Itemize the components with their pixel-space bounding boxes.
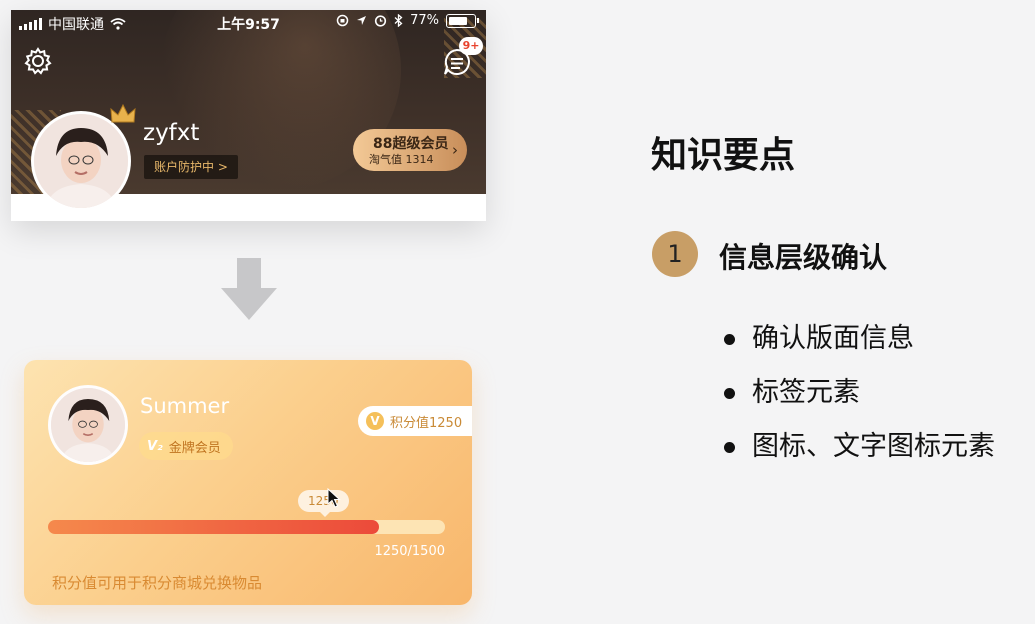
points-badge[interactable]: V 积分值1250	[358, 406, 472, 436]
bullet-item: 标签元素	[720, 374, 995, 428]
username: zyfxt	[143, 120, 200, 146]
avatar[interactable]	[31, 111, 131, 211]
v2-level-icon: V₂	[147, 438, 163, 454]
member-level-label: 金牌会员	[168, 440, 221, 456]
progress-label: 1250/1500	[374, 544, 445, 559]
status-right: 77%	[336, 13, 479, 28]
points-progress-fill	[48, 520, 379, 534]
message-badge: 9+	[459, 37, 483, 55]
member-card: Summer V₂ 金牌会员 V 积分值1250 1250 1250/1500 …	[24, 360, 472, 605]
points-progress-bar	[48, 520, 445, 534]
bullet-item: 确认版面信息	[720, 320, 995, 374]
battery-percent: 77%	[410, 13, 439, 28]
vip-score: 淘气值 1314	[369, 153, 434, 166]
bullet-item: 图标、文字图标元素	[720, 428, 995, 482]
member-avatar[interactable]	[48, 385, 128, 465]
vip-title: 88超级会员	[373, 136, 449, 152]
notes-heading: 知识要点	[651, 135, 796, 176]
member-avatar-image	[51, 388, 125, 462]
location-icon	[357, 16, 367, 25]
member-name: Summer	[140, 394, 230, 418]
super-vip-button[interactable]: 88超级会员 淘气值 1314 ›	[353, 129, 467, 171]
crown-icon	[110, 103, 136, 123]
bullet-list: 确认版面信息 标签元素 图标、文字图标元素	[720, 320, 995, 482]
points-label: 积分值1250	[390, 415, 463, 431]
section-number: 1	[652, 231, 698, 277]
bluetooth-icon	[394, 14, 403, 27]
battery-level	[449, 16, 467, 25]
gear-icon[interactable]	[23, 46, 53, 76]
chevron-right-icon: ›	[452, 141, 458, 159]
profile-screen: 中国联通 上午9:57 77% 9+ zyfxt 账户防护中 > 88超级会员 …	[11, 10, 486, 221]
points-usage-note: 积分值可用于积分商城兑换物品	[52, 574, 263, 592]
status-bar: 中国联通 上午9:57 77%	[11, 10, 486, 36]
section-title: 信息层级确认	[719, 241, 888, 274]
down-arrow-icon	[221, 258, 277, 320]
avatar-image	[34, 114, 128, 208]
battery-icon	[446, 13, 479, 28]
alarm-icon	[374, 15, 387, 27]
member-level-badge: V₂ 金牌会员	[139, 432, 233, 460]
cursor-icon	[327, 488, 341, 508]
v-points-icon: V	[366, 412, 384, 430]
lock-rotation-icon	[336, 14, 349, 27]
account-protection-link[interactable]: 账户防护中 >	[144, 155, 238, 179]
